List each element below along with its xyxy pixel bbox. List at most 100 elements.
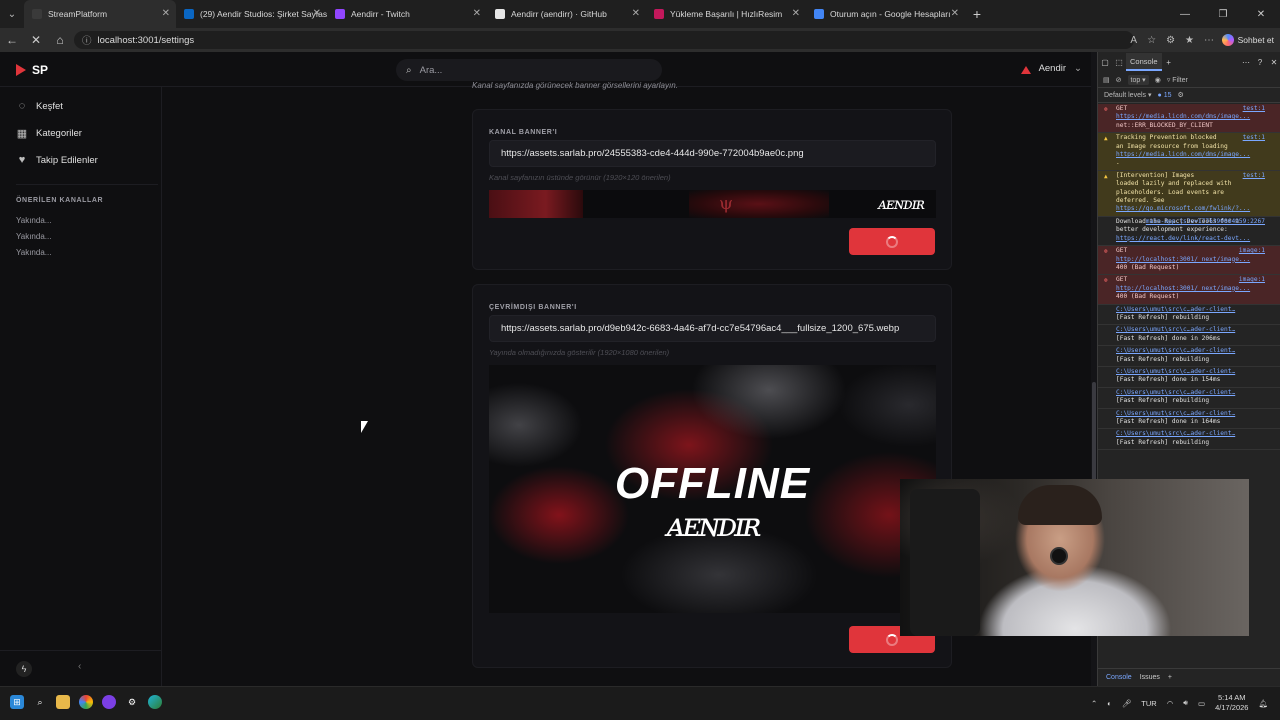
tab-actions-icon[interactable]: ⌄ bbox=[0, 0, 24, 28]
browser-tab[interactable]: Oturum açın - Google Hesapları ✕ bbox=[806, 0, 965, 28]
file-explorer-icon[interactable] bbox=[56, 695, 70, 709]
recommended-channel[interactable]: Yakında... bbox=[16, 248, 51, 257]
app-icon[interactable] bbox=[102, 695, 116, 709]
collapse-sidebar-icon[interactable]: ‹ bbox=[78, 661, 81, 672]
message-line[interactable]: https://media.licdn.com/dms/image... bbox=[1116, 151, 1273, 159]
home-icon[interactable]: ⌂ bbox=[48, 28, 72, 52]
chrome-icon[interactable] bbox=[79, 695, 93, 709]
logo[interactable]: SP bbox=[16, 63, 48, 77]
windows-start-icon[interactable]: ⊞ bbox=[10, 695, 24, 709]
message-line[interactable]: http://localhost:3001/_next/image... bbox=[1116, 256, 1273, 264]
tray-chevron-icon[interactable]: ⌃ bbox=[1091, 699, 1097, 708]
offline-banner-url-input[interactable]: https://assets.sarlab.pro/d9eb942c-6683-… bbox=[489, 315, 936, 342]
console-message[interactable]: C:\Users\umut\src\c…ader-client… [Fast Re… bbox=[1098, 429, 1280, 451]
console-message[interactable]: ▲ test:1 [Intervention] Images loaded lazil… bbox=[1098, 170, 1280, 217]
edge-icon[interactable] bbox=[148, 695, 162, 709]
console-message[interactable]: C:\Users\umut\src\c…ader-client… [Fast Re… bbox=[1098, 325, 1280, 347]
message-source-link[interactable]: test:1 bbox=[1243, 172, 1265, 180]
tray-app-icon[interactable]: ◐ bbox=[1107, 699, 1112, 708]
close-tab-icon[interactable]: ✕ bbox=[313, 8, 321, 19]
filter-input[interactable]: ▿ Filter bbox=[1167, 76, 1188, 84]
close-tab-icon[interactable]: ✕ bbox=[162, 8, 170, 19]
close-tab-icon[interactable]: ✕ bbox=[792, 8, 800, 19]
copilot-button[interactable]: Sohbet et bbox=[1221, 32, 1274, 48]
devtools-more-icon[interactable]: ⋯ bbox=[1239, 58, 1253, 67]
message-line[interactable]: https://react.dev/link/react-devt... bbox=[1116, 235, 1273, 243]
favorite-star-icon[interactable]: ☆ bbox=[1147, 35, 1156, 46]
wifi-icon[interactable]: ◠ bbox=[1167, 699, 1174, 708]
console-message[interactable]: C:\Users\umut\src\c…ader-client… [Fast Re… bbox=[1098, 346, 1280, 367]
browser-tab[interactable]: Yükleme Başarılı | HızlıResim ✕ bbox=[646, 0, 806, 28]
message-source-link[interactable]: main-app.js?v=1776390864959:2267 bbox=[1146, 218, 1265, 226]
message-line[interactable]: C:\Users\umut\src\c…ader-client… bbox=[1116, 368, 1273, 376]
back-icon[interactable]: ← bbox=[0, 28, 24, 52]
maximize-icon[interactable]: ❐ bbox=[1204, 0, 1242, 28]
settings-taskbar-icon[interactable]: ⚙ bbox=[125, 695, 139, 709]
recommended-channel[interactable]: Yakında... bbox=[16, 216, 51, 225]
url-field[interactable]: ⓘ localhost:3001/settings bbox=[74, 31, 1134, 49]
help-icon[interactable]: ? bbox=[1253, 58, 1267, 67]
message-line[interactable]: C:\Users\umut\src\c…ader-client… bbox=[1116, 389, 1273, 397]
drawer-add-icon[interactable]: + bbox=[1168, 674, 1172, 681]
eye-icon[interactable]: ◉ bbox=[1155, 76, 1161, 84]
tab-console[interactable]: Console bbox=[1126, 53, 1162, 71]
close-tab-icon[interactable]: ✕ bbox=[632, 8, 640, 19]
message-source-link[interactable]: image:1 bbox=[1239, 247, 1265, 255]
clear-console-icon[interactable]: ⊘ bbox=[1116, 76, 1122, 84]
user-menu[interactable]: Aendir ⌄ bbox=[1020, 63, 1082, 74]
console-message[interactable]: C:\Users\umut\src\c…ader-client… [Fast Re… bbox=[1098, 388, 1280, 409]
browser-tab[interactable]: (29) Aendir Studios: Şirket Sayfası ✕ bbox=[176, 0, 327, 28]
message-source-link[interactable]: image:1 bbox=[1239, 276, 1265, 284]
browser-tab[interactable]: StreamPlatform ✕ bbox=[24, 0, 176, 28]
message-line[interactable]: C:\Users\umut\src\c…ader-client… bbox=[1116, 326, 1273, 334]
notification-icon[interactable]: 🔔︎ bbox=[1258, 699, 1268, 708]
site-info-icon[interactable]: ⓘ bbox=[82, 33, 92, 47]
drawer-tab-console[interactable]: Console bbox=[1106, 674, 1132, 681]
devtools-close-icon[interactable]: ✕ bbox=[1267, 58, 1280, 67]
message-line[interactable]: http://localhost:3001/_next/image... bbox=[1116, 285, 1273, 293]
stop-loading-icon[interactable]: ✕ bbox=[24, 28, 48, 52]
message-line[interactable]: https://go.microsoft.com/fwlink/?... bbox=[1116, 205, 1273, 213]
console-settings-icon[interactable]: ⚙ bbox=[1177, 91, 1183, 99]
microphone-icon[interactable]: 🎤︎ bbox=[1122, 699, 1132, 708]
message-line[interactable]: C:\Users\umut\src\c…ader-client… bbox=[1116, 347, 1273, 355]
console-message[interactable]: C:\Users\umut\src\c…ader-client… [Fast Re… bbox=[1098, 305, 1280, 326]
clock[interactable]: 5:14 AM 4/17/2026 bbox=[1215, 693, 1248, 713]
battery-icon[interactable]: ▭ bbox=[1198, 699, 1205, 708]
console-message[interactable]: C:\Users\umut\src\c…ader-client… [Fast Re… bbox=[1098, 409, 1280, 430]
language-indicator[interactable]: TUR bbox=[1141, 699, 1156, 708]
save-channel-banner-button[interactable] bbox=[849, 228, 935, 255]
channel-banner-url-input[interactable]: https://assets.sarlab.pro/24555383-cde4-… bbox=[489, 140, 936, 167]
close-tab-icon[interactable]: ✕ bbox=[473, 8, 481, 19]
bolt-icon[interactable]: ϟ bbox=[16, 661, 32, 677]
console-message[interactable]: ⊗ image:1 GET http://localhost:3001/_next/i… bbox=[1098, 275, 1280, 305]
new-tab-icon[interactable]: + bbox=[965, 6, 989, 22]
browser-tab[interactable]: Aendirr - Twitch ✕ bbox=[327, 0, 487, 28]
message-line[interactable]: C:\Users\umut\src\c…ader-client… bbox=[1116, 306, 1273, 314]
message-source-link[interactable]: test:1 bbox=[1243, 134, 1265, 142]
console-message[interactable]: ⊗ image:1 GET http://localhost:3001/_next/i… bbox=[1098, 246, 1280, 276]
console-message[interactable]: C:\Users\umut\src\c…ader-client… [Fast Re… bbox=[1098, 367, 1280, 388]
inspect-icon[interactable]: ⬚ bbox=[1112, 58, 1126, 67]
search-taskbar-icon[interactable]: ⌕ bbox=[33, 695, 47, 709]
recommended-channel[interactable]: Yakında... bbox=[16, 232, 51, 241]
sidebar-item[interactable]: ♥ Takip Edilenler bbox=[16, 154, 98, 166]
drawer-tab-issues[interactable]: Issues bbox=[1140, 674, 1160, 681]
message-line[interactable]: C:\Users\umut\src\c…ader-client… bbox=[1116, 410, 1273, 418]
console-message[interactable]: main-app.js?v=1776390864959:2267 Download… bbox=[1098, 217, 1280, 247]
context-select[interactable]: top ▾ bbox=[1127, 74, 1149, 85]
close-window-icon[interactable]: ✕ bbox=[1242, 0, 1280, 28]
levels-select[interactable]: Default levels ▾ bbox=[1104, 91, 1152, 99]
volume-icon[interactable]: 🔊︎ bbox=[1183, 698, 1188, 708]
close-tab-icon[interactable]: ✕ bbox=[951, 8, 959, 19]
message-source-link[interactable]: test:1 bbox=[1243, 105, 1265, 113]
sidebar-toggle-icon[interactable]: ▤ bbox=[1103, 76, 1110, 84]
device-toolbar-icon[interactable]: ▢ bbox=[1098, 58, 1112, 67]
message-line[interactable]: C:\Users\umut\src\c…ader-client… bbox=[1116, 430, 1273, 438]
sidebar-item[interactable]: ◌ Keşfet bbox=[16, 100, 63, 112]
browser-tab[interactable]: Aendirr (aendirr) · GitHub ✕ bbox=[487, 0, 646, 28]
favorites-icon[interactable]: ★ bbox=[1185, 35, 1194, 46]
console-message[interactable]: ⊗ test:1 GET https://media.licdn.com/dms/im… bbox=[1098, 104, 1280, 134]
minimize-icon[interactable]: — bbox=[1166, 0, 1204, 28]
message-line[interactable]: https://media.licdn.com/dms/image... bbox=[1116, 113, 1273, 121]
